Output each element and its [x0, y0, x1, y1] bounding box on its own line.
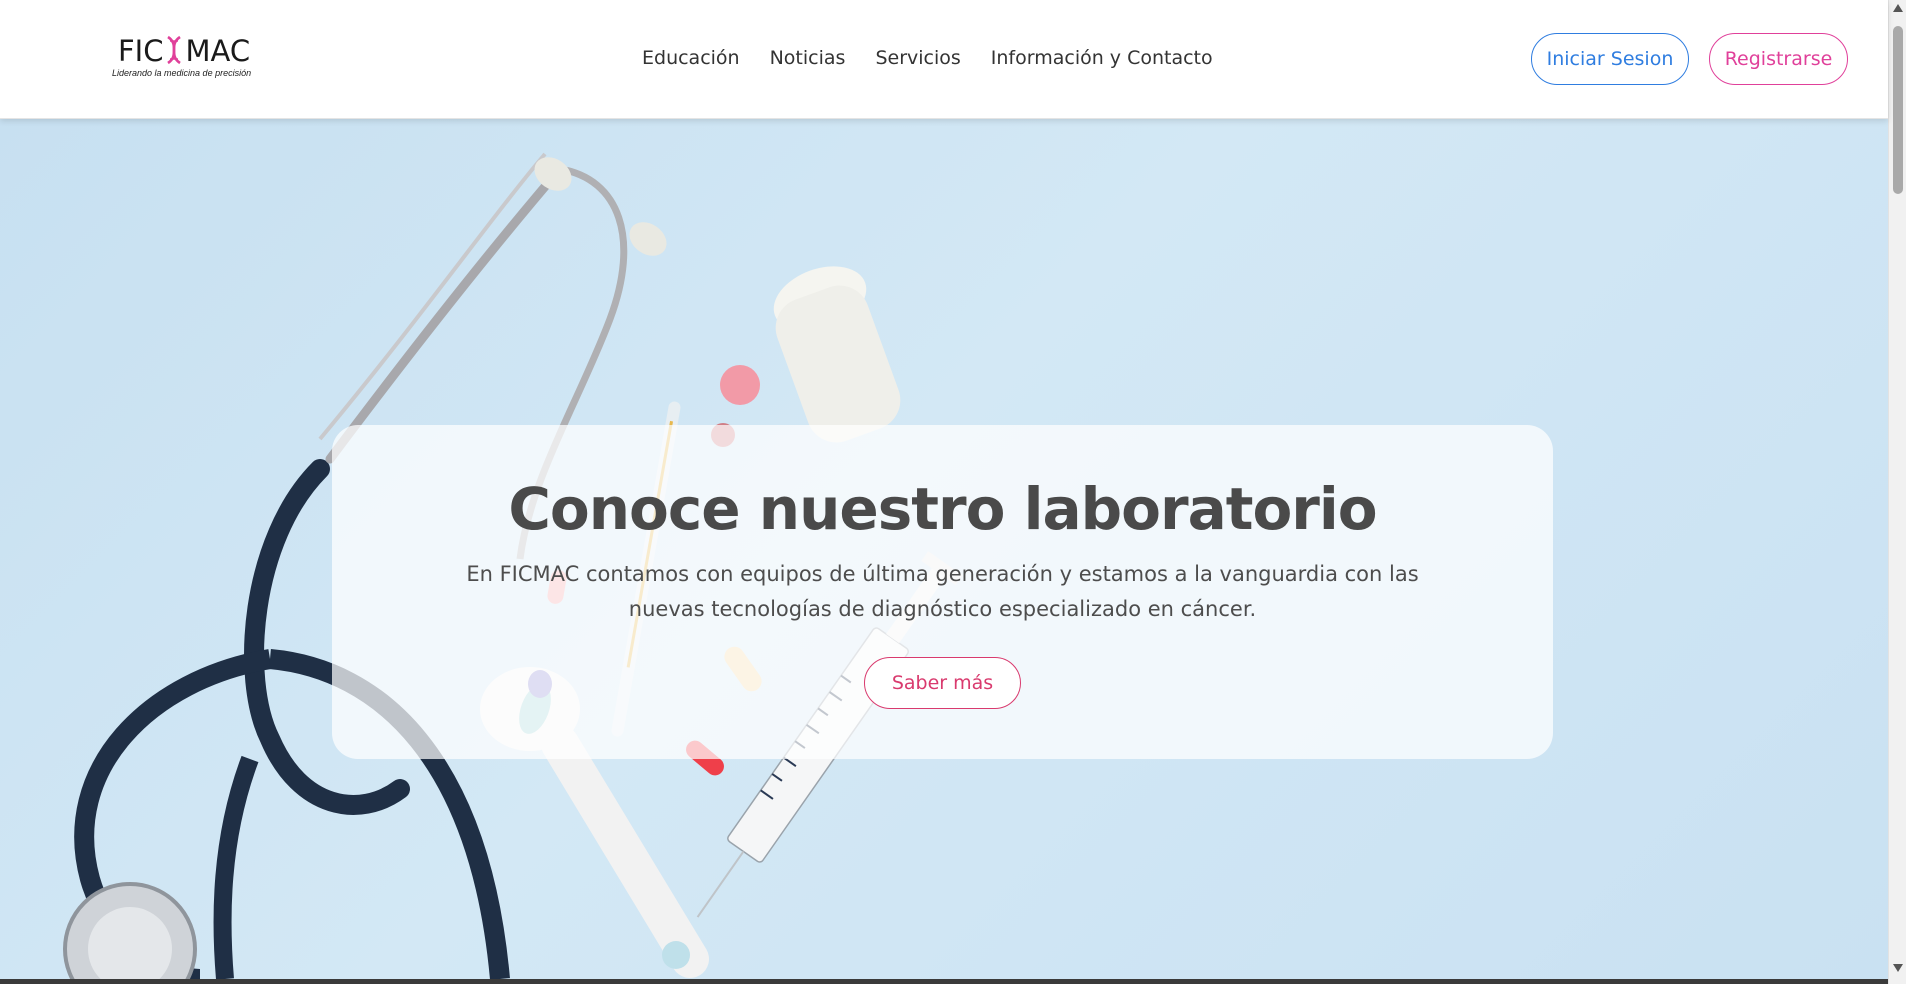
login-button[interactable]: Iniciar Sesion: [1531, 33, 1689, 85]
logo-tagline: Liderando la medicina de precisión: [112, 68, 252, 78]
site-header: FIC MAC Liderando la medicina de precisi…: [0, 0, 1888, 119]
page-scrollbar[interactable]: [1888, 0, 1906, 984]
scroll-thumb[interactable]: [1893, 26, 1903, 194]
nav-item-servicios[interactable]: Servicios: [875, 47, 960, 69]
hero-section: Conoce nuestro laboratorio En FICMAC con…: [0, 119, 1888, 979]
main-nav: Educación Noticias Servicios Información…: [642, 47, 1213, 69]
hero-description: En FICMAC contamos con equipos de última…: [466, 562, 1419, 621]
logo-name-left: FIC: [118, 34, 164, 68]
nav-item-contacto[interactable]: Información y Contacto: [991, 47, 1213, 69]
register-button[interactable]: Registrarse: [1709, 33, 1848, 85]
hero-title: Conoce nuestro laboratorio: [508, 475, 1377, 543]
dna-icon: [167, 35, 182, 65]
learn-more-button[interactable]: Saber más: [864, 657, 1021, 709]
bottom-edge: [0, 979, 1888, 984]
logo-wordmark: FIC MAC: [118, 34, 250, 68]
nav-item-educacion[interactable]: Educación: [642, 47, 740, 69]
nav-item-noticias[interactable]: Noticias: [770, 47, 846, 69]
ficmac-logo[interactable]: FIC MAC Liderando la medicina de precisi…: [112, 34, 262, 82]
logo-name-right: MAC: [185, 34, 251, 68]
scroll-down-icon[interactable]: [1893, 964, 1903, 972]
hero-card: Conoce nuestro laboratorio En FICMAC con…: [332, 425, 1553, 759]
scroll-up-icon[interactable]: [1893, 4, 1903, 12]
